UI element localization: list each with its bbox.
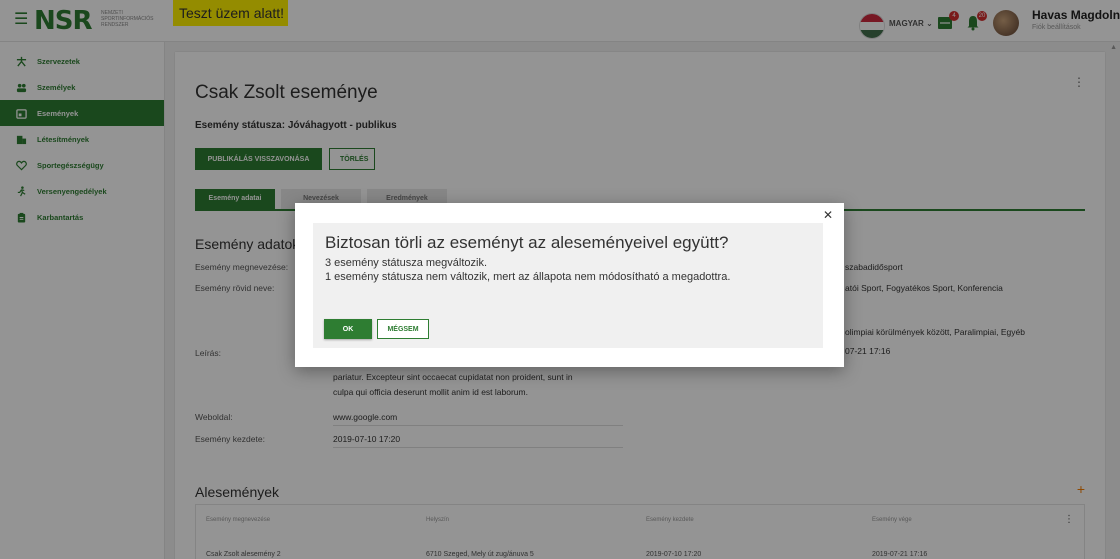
dialog-body: Biztosan törli az eseményt az aleseménye… [313,223,823,348]
delete-confirm-dialog: ✕ Biztosan törli az eseményt az alesemén… [295,203,844,367]
cancel-button[interactable]: MÉGSEM [377,319,429,339]
ok-button[interactable]: OK [324,319,372,339]
dialog-message: 3 esemény státusza megváltozik. [325,257,488,269]
close-icon[interactable]: ✕ [823,209,833,221]
dialog-title: Biztosan törli az eseményt az aleseménye… [325,233,729,252]
dialog-message: 1 esemény státusza nem változik, mert az… [325,271,731,283]
